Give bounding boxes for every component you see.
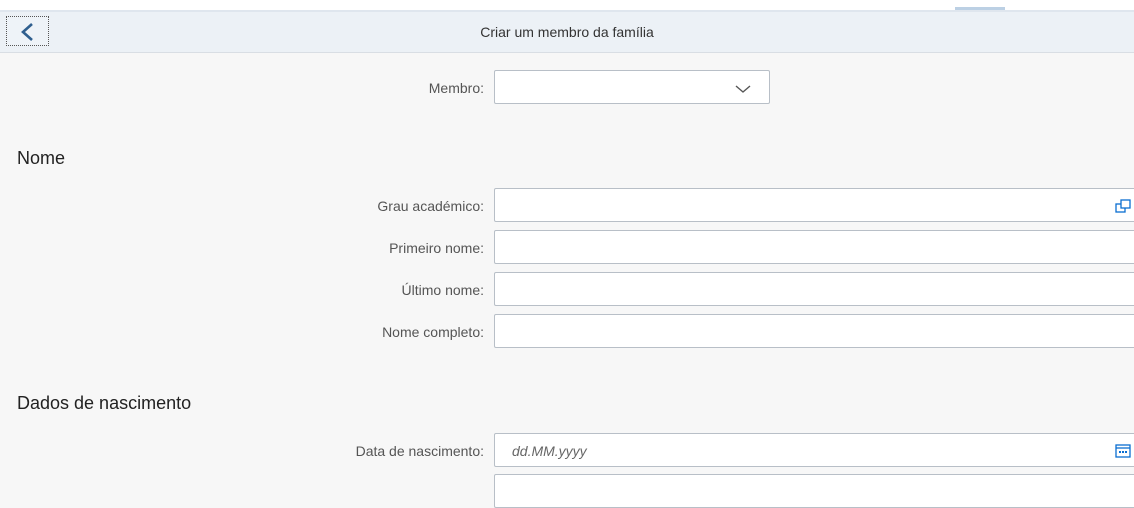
grau-academico-input[interactable] [494, 188, 1134, 222]
data-nascimento-input[interactable]: dd.MM.yyyy [494, 433, 1134, 467]
section-nome-title: Nome [17, 148, 66, 168]
next-input[interactable] [494, 474, 1134, 508]
top-shell-bar [0, 0, 1134, 12]
value-help-icon[interactable] [1115, 198, 1131, 214]
nome-completo-label: Nome completo: [382, 324, 484, 340]
primeiro-nome-input[interactable] [494, 230, 1134, 264]
ultimo-nome-label: Último nome: [401, 282, 484, 298]
page-header: Criar um membro da família [0, 12, 1134, 53]
grau-label: Grau académico: [377, 198, 484, 214]
nome-completo-input[interactable] [494, 314, 1134, 348]
primeiro-nome-label: Primeiro nome: [389, 240, 484, 256]
calendar-icon[interactable] [1115, 443, 1131, 459]
date-placeholder: dd.MM.yyyy [512, 443, 587, 459]
membro-select[interactable] [494, 70, 770, 104]
membro-label: Membro: [428, 80, 484, 96]
shell-accent [955, 7, 1005, 10]
chevron-down-icon[interactable] [735, 84, 751, 94]
ultimo-nome-input[interactable] [494, 272, 1134, 306]
page-title: Criar um membro da família [480, 24, 654, 40]
section-nascimento-title: Dados de nascimento [17, 393, 192, 413]
data-nascimento-label: Data de nascimento: [355, 443, 484, 459]
